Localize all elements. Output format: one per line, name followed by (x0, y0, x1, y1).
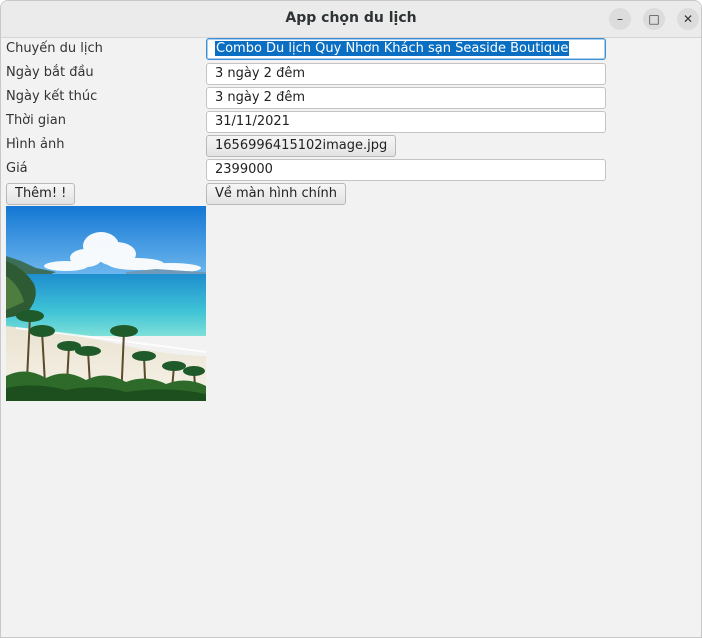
maximize-button[interactable]: □ (643, 8, 665, 30)
trip-name-value: Combo Du lịch Quy Nhơn Khách sạn Seaside… (215, 41, 570, 56)
choose-image-button[interactable]: 1656996415102image.jpg (206, 135, 397, 157)
trip-photo (6, 206, 206, 401)
close-button[interactable]: ✕ (677, 8, 699, 30)
add-button[interactable]: Thêm! ! (6, 183, 76, 205)
start-date-label: Ngày bắt đầu (6, 65, 94, 80)
trip-name-label: Chuyến du lịch (6, 41, 103, 56)
trip-name-field[interactable]: Combo Du lịch Quy Nhơn Khách sạn Seaside… (206, 38, 606, 60)
title-bar[interactable]: App chọn du lịch – □ ✕ (1, 1, 701, 38)
price-field[interactable]: 2399000 (206, 159, 606, 181)
form-panel: Chuyến du lịch Combo Du lịch Quy Nhơn Kh… (1, 38, 701, 637)
app-window: App chọn du lịch – □ ✕ Chuyến du lịch Co… (0, 0, 702, 638)
image-label: Hình ảnh (6, 137, 65, 152)
minimize-button[interactable]: – (609, 8, 631, 30)
window-title: App chọn du lịch (285, 10, 417, 26)
home-button[interactable]: Về màn hình chính (206, 183, 346, 205)
end-date-field[interactable]: 3 ngày 2 đêm (206, 87, 606, 109)
time-label: Thời gian (6, 113, 66, 128)
time-field[interactable]: 31/11/2021 (206, 111, 606, 133)
end-date-label: Ngày kết thúc (6, 89, 98, 104)
start-date-field[interactable]: 3 ngày 2 đêm (206, 63, 606, 85)
price-label: Giá (6, 161, 28, 176)
